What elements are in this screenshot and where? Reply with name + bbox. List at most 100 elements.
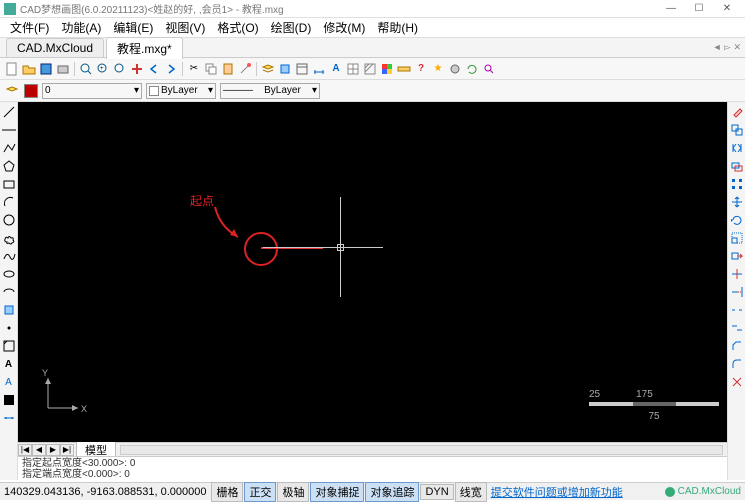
- hatch-icon[interactable]: [362, 61, 378, 77]
- otrack-toggle[interactable]: 对象追踪: [365, 482, 419, 502]
- brand-icon: [664, 486, 676, 498]
- ortho-toggle[interactable]: 正交: [244, 482, 276, 502]
- polyline-icon[interactable]: [1, 140, 17, 156]
- grid-toggle[interactable]: 栅格: [211, 482, 243, 502]
- redo-icon[interactable]: [163, 61, 179, 77]
- coordinates-readout: 140329.043136, -9163.088531, 0.000000: [0, 486, 210, 498]
- tab-last-button[interactable]: ▶|: [60, 444, 74, 456]
- horizontal-scrollbar[interactable]: [120, 445, 723, 455]
- menu-draw[interactable]: 绘图(D): [265, 17, 318, 38]
- xline-icon[interactable]: [1, 122, 17, 138]
- zoom-window-icon[interactable]: +: [95, 61, 111, 77]
- drawing-canvas[interactable]: 起点 Y X 25: [18, 102, 727, 442]
- hatch2-icon[interactable]: [1, 338, 17, 354]
- polar-toggle[interactable]: 极轴: [277, 482, 309, 502]
- textstyle-icon[interactable]: A: [328, 61, 344, 77]
- measure2-icon[interactable]: [1, 410, 17, 426]
- match-icon[interactable]: [237, 61, 253, 77]
- join-icon[interactable]: [729, 320, 745, 336]
- copy2-icon[interactable]: [729, 122, 745, 138]
- linetype-dropdown[interactable]: ——— ByLayer ▾: [220, 83, 320, 99]
- insert-icon[interactable]: [1, 302, 17, 318]
- tab-first-button[interactable]: |◀: [18, 444, 32, 456]
- table-icon[interactable]: [345, 61, 361, 77]
- polygon-icon[interactable]: [1, 158, 17, 174]
- stretch-icon[interactable]: [729, 248, 745, 264]
- new-icon[interactable]: [4, 61, 20, 77]
- chamfer-icon[interactable]: [729, 338, 745, 354]
- zoom-previous-icon[interactable]: [112, 61, 128, 77]
- circle-icon[interactable]: [1, 212, 17, 228]
- layer-dropdown[interactable]: 0 ▾: [42, 83, 142, 99]
- menu-function[interactable]: 功能(A): [55, 17, 107, 38]
- osnap-toggle[interactable]: 对象捕捉: [310, 482, 364, 502]
- scale-icon[interactable]: [729, 230, 745, 246]
- copy-icon[interactable]: [203, 61, 219, 77]
- minimize-button[interactable]: —: [657, 1, 685, 17]
- mirror-icon[interactable]: [729, 140, 745, 156]
- tab-controls[interactable]: ◄ ▻ ✕: [713, 42, 741, 53]
- cut-icon[interactable]: ✂: [186, 61, 202, 77]
- tab-next-button[interactable]: ▶: [46, 444, 60, 456]
- block-icon[interactable]: [277, 61, 293, 77]
- tab-prev-button[interactable]: ◀: [32, 444, 46, 456]
- color-icon[interactable]: [379, 61, 395, 77]
- feedback-link[interactable]: 提交软件问题或增加新功能: [491, 484, 623, 500]
- layer-button-icon[interactable]: [4, 83, 20, 99]
- explode-icon[interactable]: [729, 374, 745, 390]
- help-icon[interactable]: ?: [413, 61, 429, 77]
- lwt-toggle[interactable]: 线宽: [455, 482, 487, 502]
- array-icon[interactable]: [729, 176, 745, 192]
- ellipse-arc-icon[interactable]: [1, 284, 17, 300]
- break-icon[interactable]: [729, 302, 745, 318]
- offset-icon[interactable]: [729, 158, 745, 174]
- tool-icon[interactable]: [447, 61, 463, 77]
- pan-icon[interactable]: [129, 61, 145, 77]
- command-line[interactable]: 指定起点宽度<30.000>: 0 指定端点宽度<0.000>: 0: [18, 456, 727, 480]
- maximize-button[interactable]: ☐: [685, 1, 713, 17]
- ellipse-icon[interactable]: [1, 266, 17, 282]
- tab-mxcloud[interactable]: CAD.MxCloud: [6, 38, 104, 57]
- star-icon[interactable]: ★: [430, 61, 446, 77]
- menu-view[interactable]: 视图(V): [159, 17, 211, 38]
- extend-icon[interactable]: [729, 284, 745, 300]
- menu-file[interactable]: 文件(F): [4, 17, 55, 38]
- measure-icon[interactable]: [396, 61, 412, 77]
- mtext-icon[interactable]: A: [1, 374, 17, 390]
- spline-icon[interactable]: [1, 248, 17, 264]
- menu-modify[interactable]: 修改(M): [317, 17, 371, 38]
- close-button[interactable]: ✕: [713, 1, 741, 17]
- dimstyle-icon[interactable]: [311, 61, 327, 77]
- point-icon[interactable]: [1, 320, 17, 336]
- svg-text:Y: Y: [42, 368, 48, 378]
- find-icon[interactable]: [481, 61, 497, 77]
- paste-icon[interactable]: [220, 61, 236, 77]
- color-dropdown[interactable]: ByLayer ▾: [146, 83, 216, 99]
- menu-format[interactable]: 格式(O): [211, 17, 264, 38]
- rotate-icon[interactable]: [729, 212, 745, 228]
- move-icon[interactable]: [729, 194, 745, 210]
- print-icon[interactable]: [55, 61, 71, 77]
- fillet-icon[interactable]: [729, 356, 745, 372]
- dyn-toggle[interactable]: DYN: [420, 484, 453, 500]
- chevron-down-icon: ▾: [312, 85, 317, 96]
- layer-mgr-icon[interactable]: [260, 61, 276, 77]
- tab-tutorial[interactable]: 教程.mxg*: [106, 37, 183, 59]
- arc-icon[interactable]: [1, 194, 17, 210]
- regen-icon[interactable]: [464, 61, 480, 77]
- revcloud-icon[interactable]: [1, 230, 17, 246]
- properties-icon[interactable]: [294, 61, 310, 77]
- region-icon[interactable]: [1, 392, 17, 408]
- undo-icon[interactable]: [146, 61, 162, 77]
- save-icon[interactable]: [38, 61, 54, 77]
- erase-icon[interactable]: [729, 104, 745, 120]
- menu-edit[interactable]: 编辑(E): [107, 17, 159, 38]
- rectangle-icon[interactable]: [1, 176, 17, 192]
- line-icon[interactable]: [1, 104, 17, 120]
- text-icon[interactable]: A: [1, 356, 17, 372]
- layer-color-swatch[interactable]: [24, 84, 38, 98]
- menu-help[interactable]: 帮助(H): [371, 17, 424, 38]
- open-icon[interactable]: [21, 61, 37, 77]
- trim-icon[interactable]: [729, 266, 745, 282]
- zoom-extents-icon[interactable]: [78, 61, 94, 77]
